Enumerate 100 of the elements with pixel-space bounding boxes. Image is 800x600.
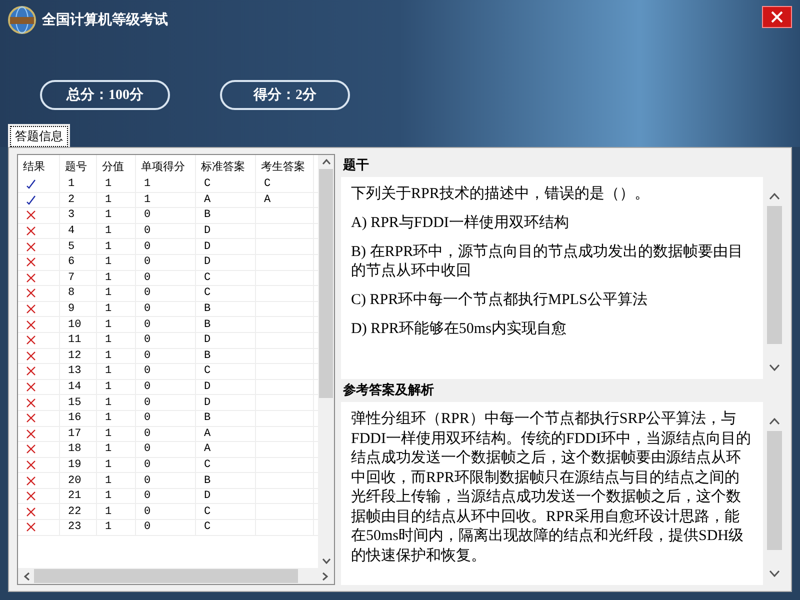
table-cell: C bbox=[204, 506, 211, 518]
table-cell: 0 bbox=[144, 334, 151, 346]
table-cell: 1 bbox=[105, 225, 112, 238]
table-cell: 1 bbox=[105, 318, 112, 331]
table-cell: 0 bbox=[144, 209, 151, 222]
close-icon bbox=[771, 11, 783, 23]
score-badge: 总分：100分 bbox=[40, 80, 170, 110]
table-cell: B bbox=[204, 209, 211, 222]
table-cell: 0 bbox=[144, 428, 151, 440]
table-cell: D bbox=[204, 334, 211, 346]
table-cell: 0 bbox=[144, 443, 151, 456]
table-cell: 13 bbox=[68, 365, 82, 378]
table-cell: 1 bbox=[105, 412, 112, 424]
table-cell: A bbox=[264, 194, 271, 206]
table-cell: 0 bbox=[144, 350, 151, 362]
tab[interactable]: 答题信息 bbox=[10, 126, 68, 147]
table-cell: D bbox=[204, 381, 211, 394]
table-cell: A bbox=[204, 194, 211, 206]
table-cell: 1 bbox=[105, 365, 112, 378]
table-cell: 1 bbox=[105, 428, 112, 440]
table-cell: 1 bbox=[144, 178, 151, 190]
table-cell: 17 bbox=[68, 428, 82, 440]
table-cell: 0 bbox=[144, 458, 151, 471]
table-cell: 20 bbox=[68, 474, 82, 487]
column-header[interactable]: 题号 bbox=[60, 155, 97, 177]
table-cell: 0 bbox=[144, 412, 151, 424]
table-cell: 1 bbox=[105, 334, 112, 346]
table-cell: 1 bbox=[105, 209, 112, 222]
table-cell: C bbox=[204, 365, 211, 378]
table-cell: 1 bbox=[105, 287, 112, 300]
table-cell: B bbox=[204, 318, 211, 331]
table-cell: 23 bbox=[68, 521, 82, 534]
globe-logo-icon bbox=[8, 3, 36, 37]
table-cell: B bbox=[204, 412, 211, 424]
table-cell: C bbox=[204, 458, 211, 471]
table-cell: C bbox=[204, 521, 211, 534]
table-cell: 15 bbox=[68, 396, 82, 409]
question-text: C) RPR环中每一个节点都执行MPLS公平算法 bbox=[351, 291, 648, 310]
question-text: B) 在RPR环中，源节点向目的节点成功发出的数据帧要由目的节点从环中收回 bbox=[351, 243, 744, 281]
table-cell: D bbox=[204, 396, 211, 409]
section-heading: 参考答案及解析 bbox=[342, 382, 435, 400]
table-cell: B bbox=[204, 350, 211, 362]
table-cell: 0 bbox=[144, 287, 151, 300]
table-cell: B bbox=[204, 303, 211, 316]
table-cell: 1 bbox=[144, 194, 151, 206]
table-cell: 22 bbox=[68, 506, 82, 518]
scrollbar-thumb[interactable] bbox=[766, 431, 782, 550]
table-cell: 21 bbox=[68, 490, 82, 502]
column-header[interactable]: 结果 bbox=[18, 155, 60, 177]
close-button[interactable] bbox=[762, 6, 792, 28]
column-header[interactable]: 分值 bbox=[97, 155, 136, 177]
window-title: 全国计算机等级考试 bbox=[42, 11, 168, 29]
table-cell: 0 bbox=[144, 490, 151, 502]
table-cell: 0 bbox=[144, 506, 151, 518]
table-cell: 1 bbox=[105, 490, 112, 502]
table-cell: 4 bbox=[68, 225, 75, 238]
table-cell: D bbox=[204, 240, 211, 253]
table-cell: 1 bbox=[105, 194, 112, 206]
table-cell: 0 bbox=[144, 381, 151, 394]
column-header[interactable]: 考生答案 bbox=[256, 155, 314, 177]
table-cell: 0 bbox=[144, 256, 151, 268]
table-cell: 5 bbox=[68, 240, 75, 253]
table-cell: 0 bbox=[144, 240, 151, 253]
table-cell: 1 bbox=[105, 240, 112, 253]
table-cell: 19 bbox=[68, 458, 82, 471]
table-cell: 1 bbox=[105, 506, 112, 518]
score-badge: 得分：2分 bbox=[220, 80, 350, 110]
table-cell: 1 bbox=[105, 272, 112, 284]
table-cell: B bbox=[204, 474, 211, 487]
table-cell: 1 bbox=[105, 303, 112, 316]
table-cell: 1 bbox=[105, 350, 112, 362]
table-cell: 0 bbox=[144, 318, 151, 331]
table-cell: 11 bbox=[68, 334, 82, 346]
table-cell: 1 bbox=[105, 178, 112, 190]
table-cell: 9 bbox=[68, 303, 75, 316]
table-cell: D bbox=[204, 490, 211, 502]
table-cell: 1 bbox=[105, 443, 112, 456]
table-cell: 0 bbox=[144, 396, 151, 409]
table-cell: C bbox=[204, 287, 211, 300]
table-cell: 1 bbox=[105, 396, 112, 409]
column-header[interactable]: 单项得分 bbox=[136, 155, 196, 177]
table-cell: A bbox=[204, 443, 211, 456]
table-cell: A bbox=[204, 428, 211, 440]
table-cell: 2 bbox=[68, 194, 75, 206]
table-cell: C bbox=[204, 272, 211, 284]
scrollbar-thumb[interactable] bbox=[766, 206, 782, 344]
table-cell: 16 bbox=[68, 412, 82, 424]
question-text: D) RPR环能够在50ms内实现自愈 bbox=[351, 320, 568, 339]
table-cell: 0 bbox=[144, 474, 151, 487]
table-cell: 1 bbox=[105, 381, 112, 394]
table-cell: 8 bbox=[68, 287, 75, 300]
table-cell: 1 bbox=[105, 256, 112, 268]
table-cell: C bbox=[204, 178, 211, 190]
question-text: A) RPR与FDDI一样使用双环结构 bbox=[351, 214, 570, 233]
question-text: 下列关于RPR技术的描述中，错误的是（）。 bbox=[351, 185, 650, 204]
column-header[interactable]: 标准答案 bbox=[196, 155, 256, 177]
table-cell: 1 bbox=[68, 178, 75, 190]
table-cell: 14 bbox=[68, 381, 82, 394]
section-heading: 题干 bbox=[342, 157, 370, 175]
table-cell: D bbox=[204, 225, 211, 238]
